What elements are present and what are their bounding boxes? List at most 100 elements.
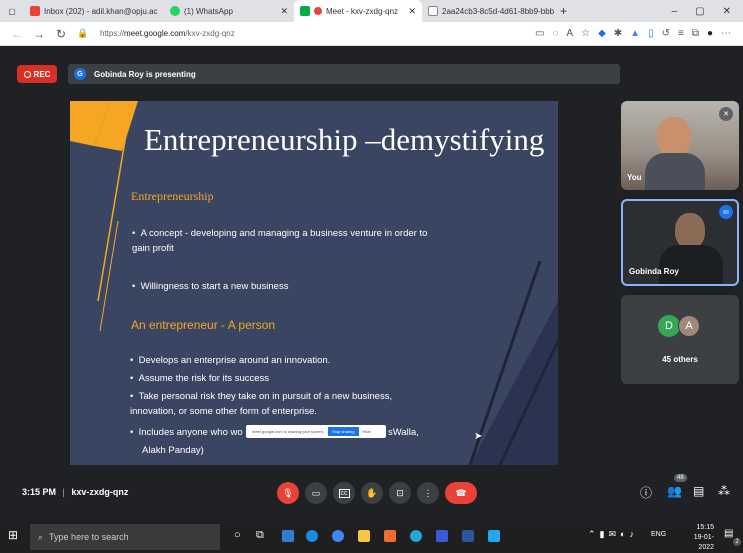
tab-document[interactable]: 2aa24cb3-8c5d-4d61-8bb9-bbbc ✕ bbox=[422, 0, 554, 22]
meeting-time: 3:15 PM bbox=[22, 487, 57, 497]
collections-icon[interactable]: ⧉ bbox=[692, 28, 699, 39]
meeting-code: kxv-zxdg-qnz bbox=[71, 487, 129, 497]
app-icon[interactable] bbox=[384, 530, 396, 542]
app-window-icon[interactable] bbox=[436, 530, 448, 542]
system-tray-icons[interactable]: ⌃▮✉◐♪ bbox=[588, 529, 638, 540]
clock-date: 19-01-2022 bbox=[693, 534, 714, 551]
url-prefix: https:// bbox=[100, 29, 125, 38]
edge-icon[interactable] bbox=[306, 530, 318, 542]
avatar: A bbox=[678, 315, 700, 337]
notifications-icon[interactable]: ▤ bbox=[724, 528, 733, 539]
participant-tile-gobinda[interactable]: ııı Gobinda Roy bbox=[621, 199, 739, 286]
taskbar-clock[interactable]: 15:15 19-01-2022 bbox=[684, 523, 714, 553]
clock-time: 15:15 bbox=[696, 524, 714, 531]
captions-button[interactable]: cc bbox=[333, 482, 355, 504]
meeting-info: 3:15 PM | kxv-zxdg-qnz bbox=[22, 487, 128, 497]
more-options-button[interactable]: ⋮ bbox=[417, 482, 439, 504]
new-tab-button[interactable]: + bbox=[554, 0, 574, 22]
others-tile[interactable]: D A 45 others bbox=[621, 295, 739, 384]
document-icon bbox=[428, 6, 438, 16]
tab-label: Meet - kxv-zxdg-qnz bbox=[326, 6, 399, 16]
forward-icon[interactable]: → bbox=[28, 27, 50, 41]
participant-name: You bbox=[627, 173, 642, 182]
bullet-text-continued: Alakh Panday) bbox=[142, 445, 204, 456]
tab-actions-icon[interactable]: ▢ bbox=[0, 0, 24, 22]
profile-icon[interactable]: ● bbox=[707, 28, 713, 39]
whatsapp-icon bbox=[170, 6, 180, 16]
puzzle-icon[interactable]: ✱ bbox=[614, 28, 622, 39]
hand-icon: ✋ bbox=[366, 487, 378, 498]
tab-meet[interactable]: Meet - kxv-zxdg-qnz ✕ bbox=[294, 0, 422, 22]
participant-face bbox=[657, 117, 691, 157]
url-field[interactable]: https://meet.google.com/kxv-zxdg-qnz bbox=[100, 29, 430, 38]
presenting-banner: G Gobinda Roy is presenting bbox=[68, 64, 620, 84]
tab-label: (1) WhatsApp bbox=[184, 6, 233, 16]
leave-call-button[interactable]: ☎ bbox=[445, 482, 477, 504]
participant-tile-you[interactable]: ✕ You bbox=[621, 101, 739, 190]
file-explorer-icon[interactable] bbox=[358, 530, 370, 542]
participant-body bbox=[659, 245, 723, 284]
extension-icon[interactable]: ◆ bbox=[598, 28, 606, 39]
camera-toggle-button[interactable]: ▭ bbox=[305, 482, 327, 504]
meeting-info-separator: | bbox=[62, 487, 65, 497]
captions-icon: cc bbox=[338, 488, 350, 498]
activities-icon[interactable]: ⁂ bbox=[718, 484, 730, 498]
task-view-icon[interactable]: ⧉ bbox=[256, 529, 264, 542]
cortana-icon[interactable]: ○ bbox=[234, 529, 241, 541]
participant-name: Gobinda Roy bbox=[629, 267, 679, 276]
slide-title: Entrepreneurship –demystifying bbox=[144, 122, 545, 157]
chat-icon[interactable]: ▤ bbox=[693, 484, 704, 498]
docs-icon[interactable]: ▯ bbox=[648, 28, 654, 39]
info-icon[interactable]: ⓘ bbox=[640, 484, 652, 501]
edge-active-icon[interactable] bbox=[410, 530, 422, 542]
raise-hand-button[interactable]: ✋ bbox=[361, 482, 383, 504]
store-icon[interactable] bbox=[282, 530, 294, 542]
recording-badge: REC bbox=[17, 65, 57, 83]
participant-face bbox=[675, 213, 705, 249]
taskbar-search[interactable]: ⌕ Type here to search bbox=[30, 524, 220, 550]
notifications-count: 2 bbox=[733, 538, 741, 546]
read-aloud-icon[interactable]: A bbox=[566, 28, 573, 39]
refresh-extension-icon[interactable]: ↺ bbox=[662, 28, 670, 39]
presenter-avatar: G bbox=[74, 68, 86, 80]
slide-bullet: • Willingness to start a new business bbox=[132, 281, 289, 292]
mic-toggle-button[interactable]: 🎙 bbox=[277, 482, 299, 504]
favorites-icon[interactable]: ≡ bbox=[678, 28, 684, 39]
rec-label: REC bbox=[33, 69, 51, 79]
tab-whatsapp[interactable]: (1) WhatsApp ✕ bbox=[164, 0, 294, 22]
hide-button[interactable]: Hide bbox=[363, 429, 371, 434]
stop-sharing-button[interactable]: Stop sharing bbox=[328, 427, 359, 436]
reload-icon[interactable]: ↻ bbox=[50, 27, 72, 41]
slide-bullet: • Includes anyone who wo bbox=[130, 427, 243, 438]
bullet-text: Develops an enterprise around an innovat… bbox=[138, 355, 331, 366]
camera-icon[interactable]: ▭ bbox=[535, 28, 544, 39]
slide-bullet: • A concept - developing and managing a … bbox=[132, 228, 428, 254]
minimize-icon[interactable]: – bbox=[672, 6, 678, 17]
more-icon[interactable]: ⋯ bbox=[721, 28, 731, 39]
meet-icon bbox=[300, 6, 310, 16]
people-icon[interactable]: 👥 bbox=[667, 484, 682, 498]
favorite-icon[interactable]: ☆ bbox=[581, 28, 590, 39]
slide-bullet: • Assume the risk for its success bbox=[130, 373, 270, 384]
tab-inbox[interactable]: Inbox (202) - adil.khan@opju.ac ✕ bbox=[24, 0, 164, 22]
maximize-icon[interactable]: ▢ bbox=[695, 6, 704, 17]
slide-heading: Entrepreneurship bbox=[131, 189, 214, 203]
close-icon[interactable]: ✕ bbox=[274, 6, 288, 17]
url-host: meet.google.com bbox=[124, 29, 186, 38]
presenting-text: Gobinda Roy is presenting bbox=[94, 69, 196, 79]
close-window-icon[interactable]: ✕ bbox=[723, 6, 731, 17]
recording-icon bbox=[314, 7, 322, 15]
lock-icon[interactable]: 🔒 bbox=[72, 28, 94, 39]
chrome-icon[interactable] bbox=[332, 530, 344, 542]
close-icon[interactable]: ✕ bbox=[402, 6, 416, 17]
photos-icon[interactable] bbox=[488, 530, 500, 542]
language-indicator[interactable]: ENG bbox=[651, 531, 666, 538]
drive-icon[interactable]: ▲ bbox=[630, 28, 640, 39]
more-vertical-icon: ⋮ bbox=[423, 487, 433, 498]
word-icon[interactable] bbox=[462, 530, 474, 542]
windows-start-icon[interactable]: ⊞ bbox=[8, 528, 18, 542]
present-button[interactable]: ⊡ bbox=[389, 482, 411, 504]
bullet-text-continued: sWalla, bbox=[388, 427, 419, 438]
sync-icon[interactable]: ◌ bbox=[552, 28, 558, 39]
back-icon[interactable]: ← bbox=[6, 27, 28, 41]
